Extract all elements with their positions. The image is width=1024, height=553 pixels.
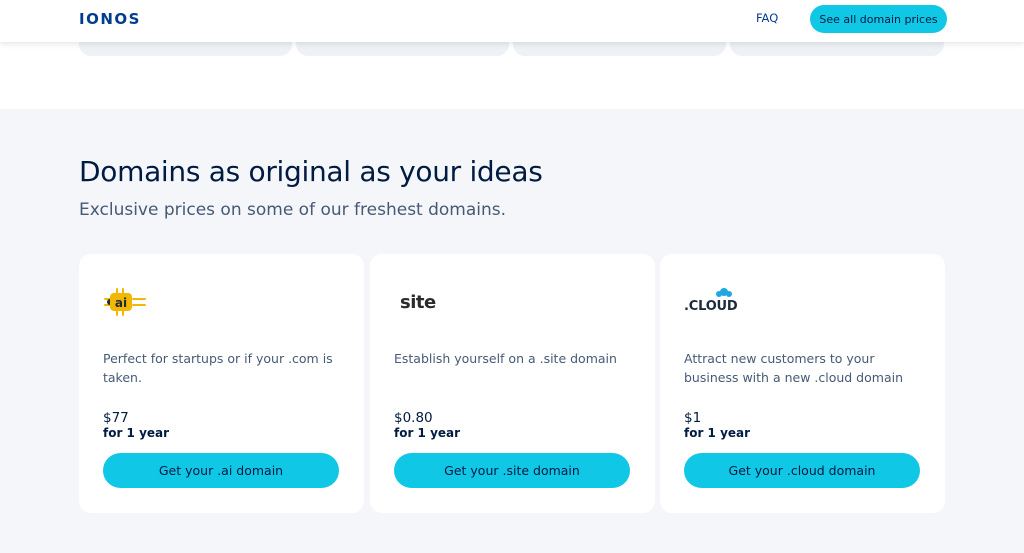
card-period: for 1 year [684, 426, 751, 440]
card-description: Establish yourself on a .site domain [394, 351, 617, 366]
ai-logo-icon: ai [101, 286, 149, 318]
get-site-domain-button[interactable]: Get your .site domain [394, 453, 630, 488]
partial-card [296, 42, 509, 56]
partial-card [79, 42, 292, 56]
cloud-logo-icon: .CLOUD [684, 288, 738, 324]
partial-card [513, 42, 726, 56]
card-price: $77 [103, 410, 129, 426]
card-period: for 1 year [103, 426, 170, 440]
site-header: IONOS FAQ See all domain prices [0, 0, 1024, 42]
get-ai-domain-button[interactable]: Get your .ai domain [103, 453, 339, 488]
site-logo-text: site [400, 292, 436, 313]
card-period: for 1 year [394, 426, 461, 440]
faq-link[interactable]: FAQ [756, 11, 778, 25]
section-subtitle: Exclusive prices on some of our freshest… [79, 200, 507, 220]
partial-card [730, 42, 944, 56]
card-description: Attract new customers to your business w… [684, 351, 904, 385]
domain-card-site: site Establish yourself on a .site domai… [370, 254, 655, 513]
see-all-domain-prices-button[interactable]: See all domain prices [810, 5, 947, 33]
card-price: $0.80 [394, 410, 433, 426]
card-price: $1 [684, 410, 702, 426]
section-title: Domains as original as your ideas [79, 155, 543, 188]
get-cloud-domain-button[interactable]: Get your .cloud domain [684, 453, 920, 488]
cloud-logo-text: .CLOUD [684, 299, 738, 314]
ionos-logo[interactable]: IONOS [79, 10, 141, 28]
card-description: Perfect for startups or if your .com is … [103, 351, 333, 385]
site-logo-icon: site [400, 292, 436, 324]
domain-card-cloud: .CLOUD Attract new customers to your bus… [660, 254, 945, 513]
ai-logo-text: ai [115, 296, 127, 310]
domain-card-ai: ai Perfect for startups or if your .com … [79, 254, 364, 513]
